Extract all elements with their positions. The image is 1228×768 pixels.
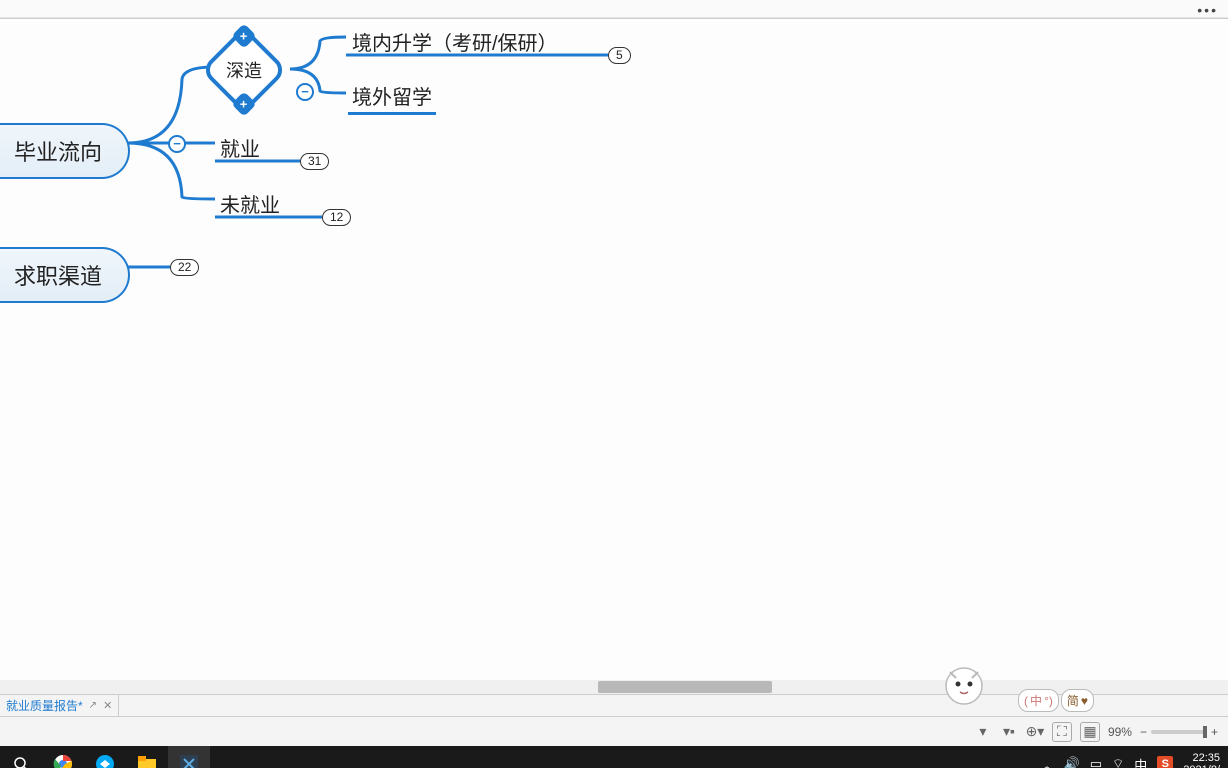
more-menu-icon[interactable]: ••• <box>1197 2 1218 18</box>
file-explorer-icon[interactable] <box>126 746 168 768</box>
close-icon[interactable]: ✕ <box>103 699 112 712</box>
zoom-in-icon[interactable]: + <box>1211 725 1218 739</box>
windows-taskbar: ︿ 🔊 ▭ ⌔ 中 S 22:35 2021/8/ <box>0 746 1228 768</box>
status-bar: ▾ ▾▪ ⊕▾ ⛶ ▦ 99% − + <box>0 716 1228 746</box>
mascot-icon[interactable] <box>940 660 988 708</box>
mindmap-canvas[interactable]: 毕业流向 − 求职渠道 22 深造 − 就业 31 未就业 12 境内升学（考研… <box>0 18 1228 694</box>
node-label: 境内升学（考研/保研） <box>352 33 558 55</box>
collapse-toggle[interactable]: − <box>296 83 314 101</box>
ime-badge-jian[interactable]: 简 ♥ <box>1061 689 1094 712</box>
node-jingwai[interactable]: 境外留学 <box>348 79 436 115</box>
zoom-percent: 99% <box>1108 725 1132 739</box>
battery-icon[interactable]: ▭ <box>1090 756 1102 768</box>
tab-label: 就业质量报告* <box>6 697 83 714</box>
node-jingnei[interactable]: 境内升学（考研/保研） <box>348 25 562 58</box>
node-label: 深造 <box>226 57 262 83</box>
connection-lines <box>0 19 1228 694</box>
app-bird-icon[interactable] <box>84 746 126 768</box>
tray-chevron-icon[interactable]: ︿ <box>1041 755 1054 768</box>
count-pill[interactable]: 31 <box>300 153 329 170</box>
node-label: 未就业 <box>220 195 280 217</box>
mindmap-app-icon[interactable] <box>168 746 210 768</box>
search-icon[interactable] <box>0 746 42 768</box>
chrome-icon[interactable] <box>42 746 84 768</box>
node-weijiuye[interactable]: 未就业 <box>216 187 284 220</box>
node-jiuye[interactable]: 就业 <box>216 131 264 164</box>
root-label: 求职渠道 <box>14 264 102 289</box>
count-pill[interactable]: 22 <box>170 259 199 276</box>
collapse-toggle[interactable]: − <box>168 135 186 153</box>
clock-time: 22:35 <box>1183 752 1220 764</box>
count-pill[interactable]: 12 <box>322 209 351 226</box>
document-tab[interactable]: 就业质量报告* ↗ ✕ <box>0 695 119 716</box>
scrollbar-thumb[interactable] <box>598 681 772 693</box>
fit-icon[interactable]: ⛶ <box>1052 722 1072 742</box>
zoom-plus-icon[interactable]: ⊕▾ <box>1026 723 1044 741</box>
sogou-icon[interactable]: S <box>1157 756 1173 768</box>
wifi-icon[interactable]: ⌔ <box>1112 756 1124 768</box>
taskbar-clock[interactable]: 22:35 2021/8/ <box>1183 752 1220 768</box>
count-pill[interactable]: 5 <box>608 47 631 64</box>
view-icon[interactable]: ▦ <box>1080 722 1100 742</box>
volume-icon[interactable]: 🔊 <box>1064 756 1080 768</box>
filter-icon[interactable]: ▾ <box>974 723 992 741</box>
ime-float-bar[interactable]: (中 °) 简 ♥ <box>1018 689 1094 712</box>
node-label: 境外留学 <box>352 87 432 109</box>
zoom-slider[interactable]: − + <box>1140 725 1218 739</box>
ime-lang-icon[interactable]: 中 <box>1134 755 1147 768</box>
node-label: 就业 <box>220 139 260 161</box>
filter-dropdown-icon[interactable]: ▾▪ <box>1000 723 1018 741</box>
restore-icon[interactable]: ↗ <box>89 700 97 711</box>
clock-date: 2021/8/ <box>1183 764 1220 768</box>
root-node-jobchannel[interactable]: 求职渠道 <box>0 247 130 303</box>
ime-badge-zh[interactable]: (中 °) <box>1018 689 1059 712</box>
zoom-out-icon[interactable]: − <box>1140 725 1147 739</box>
root-node-graduation[interactable]: 毕业流向 <box>0 123 130 179</box>
root-label: 毕业流向 <box>14 140 102 165</box>
